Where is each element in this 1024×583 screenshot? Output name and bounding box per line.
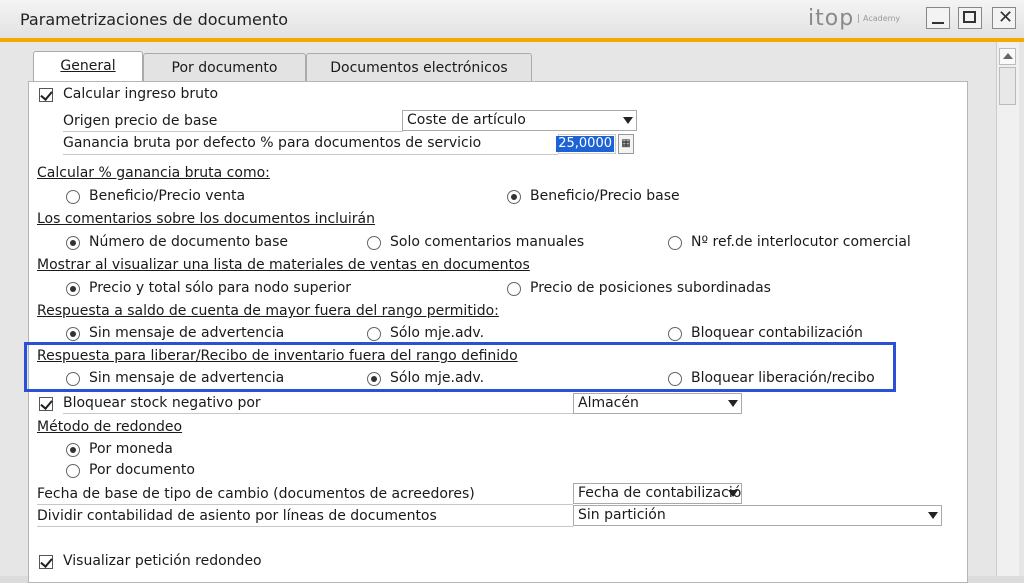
divider: [63, 131, 403, 132]
radio-label: Sin mensaje de advertencia: [89, 325, 285, 341]
radio-saldo-sin-mensaje[interactable]: [66, 327, 80, 341]
comentarios-header: Los comentarios sobre los documentos inc…: [37, 211, 375, 227]
calcular-ingreso-label: Calcular ingreso bruto: [63, 86, 219, 102]
calcular-ingreso-checkbox[interactable]: [39, 88, 53, 102]
close-button[interactable]: ✕: [992, 7, 1016, 29]
calculator-icon[interactable]: ▦: [618, 134, 634, 154]
itop-logo: itop: [808, 6, 855, 31]
bloquear-stock-select[interactable]: Almacén: [573, 393, 742, 414]
chevron-down-icon: [728, 490, 738, 497]
maximize-icon: [963, 11, 976, 23]
ganancia-bruta-input[interactable]: 25,0000: [556, 134, 616, 154]
radio-label: Nº ref.de interlocutor comercial: [691, 234, 911, 250]
chevron-down-icon: [928, 512, 938, 519]
radio-label: Bloquear contabilización: [691, 325, 863, 341]
chevron-up-icon: [1003, 53, 1013, 59]
tab-general[interactable]: General: [33, 51, 143, 81]
radio-label: Número de documento base: [89, 234, 289, 250]
radio-label: Por documento: [89, 462, 195, 478]
radio-saldo-solo-mje[interactable]: [367, 327, 381, 341]
divider: [37, 504, 573, 505]
radio-label: Beneficio/Precio venta: [89, 188, 246, 204]
scroll-up-button[interactable]: [999, 48, 1016, 65]
bloquear-stock-checkbox[interactable]: [39, 397, 53, 411]
radio-solo-comentarios[interactable]: [367, 236, 381, 250]
radio-beneficio-precio-venta[interactable]: [66, 190, 80, 204]
radio-label: Beneficio/Precio base: [530, 188, 680, 204]
tab-documentos-electronicos[interactable]: Documentos electrónicos: [306, 53, 532, 81]
fecha-cambio-label: Fecha de base de tipo de cambio (documen…: [37, 486, 475, 502]
redondeo-header: Método de redondeo: [37, 419, 183, 435]
divider: [63, 154, 558, 155]
radio-numero-documento-base[interactable]: [66, 236, 80, 250]
radio-label: Precio de posiciones subordinadas: [530, 280, 771, 296]
radio-ref-interlocutor[interactable]: [668, 236, 682, 250]
maximize-button[interactable]: [958, 7, 982, 29]
lista-materiales-header: Mostrar al visualizar una lista de mater…: [37, 257, 530, 273]
visualizar-redondeo-checkbox[interactable]: [39, 555, 53, 569]
window-title: Parametrizaciones de documento: [20, 10, 289, 29]
divider: [63, 413, 573, 414]
dividir-select[interactable]: Sin partición: [573, 505, 942, 526]
radio-saldo-bloquear[interactable]: [668, 327, 682, 341]
radio-beneficio-precio-base[interactable]: [507, 190, 521, 204]
title-bar: Parametrizaciones de documento itop Acad…: [0, 0, 1024, 38]
radio-label: Solo comentarios manuales: [390, 234, 585, 250]
radio-label: Precio y total sólo para nodo superior: [89, 280, 352, 296]
radio-label: Por moneda: [89, 441, 173, 457]
chevron-down-icon: [623, 117, 633, 124]
radio-label: Sólo mje.adv.: [390, 325, 485, 341]
minimize-button[interactable]: [926, 7, 950, 29]
origen-precio-label: Origen precio de base: [63, 113, 218, 129]
origen-precio-select[interactable]: Coste de artículo: [402, 110, 637, 131]
vertical-scrollbar[interactable]: [996, 42, 1019, 576]
ganancia-bruta-label: Ganancia bruta por defecto % para docume…: [63, 135, 482, 151]
dividir-label: Dividir contabilidad de asiento por líne…: [37, 508, 437, 524]
radio-precio-posiciones[interactable]: [507, 282, 521, 296]
close-icon: ✕: [998, 7, 1014, 28]
scroll-thumb[interactable]: [999, 67, 1016, 105]
chevron-down-icon: [728, 400, 738, 407]
fecha-cambio-select[interactable]: Fecha de contabilizació: [573, 483, 742, 504]
radio-precio-nodo-superior[interactable]: [66, 282, 80, 296]
tab-por-documento[interactable]: Por documento: [143, 53, 306, 81]
calc-pct-header: Calcular % ganancia bruta como:: [37, 165, 270, 181]
radio-por-moneda[interactable]: [66, 443, 80, 457]
saldo-cuenta-header: Respuesta a saldo de cuenta de mayor fue…: [37, 303, 499, 319]
highlight-box: [24, 342, 896, 392]
itop-logo-sub: Academy: [858, 14, 900, 23]
bloquear-stock-label: Bloquear stock negativo por: [63, 395, 261, 411]
visualizar-redondeo-label: Visualizar petición redondeo: [63, 553, 262, 569]
minimize-icon: [932, 22, 944, 24]
radio-por-documento[interactable]: [66, 464, 80, 478]
divider: [37, 526, 573, 527]
